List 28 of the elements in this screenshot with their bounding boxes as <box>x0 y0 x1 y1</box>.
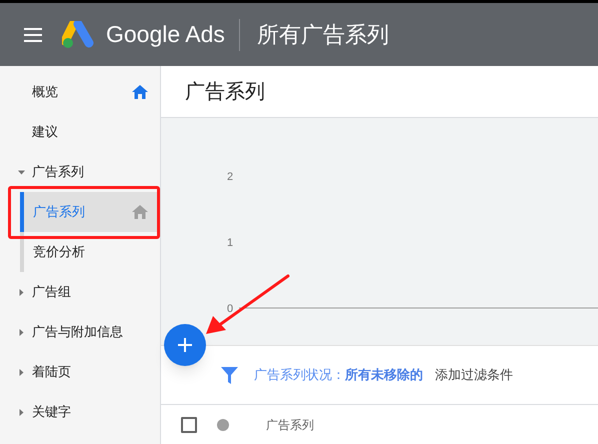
product-name: Google Ads <box>106 20 225 50</box>
menu-icon[interactable] <box>24 28 42 42</box>
axis-label: 1 <box>227 237 234 249</box>
caret-icon[interactable] <box>18 288 25 296</box>
sidebar-item[interactable]: 概览 <box>0 72 160 112</box>
caret-icon[interactable] <box>18 408 25 416</box>
page-heading: 所有广告系列 <box>256 21 389 49</box>
sidebar-group[interactable]: 着陆页 <box>0 352 160 392</box>
add-filter-link[interactable]: 添加过滤条件 <box>435 365 513 385</box>
sidebar-group[interactable]: 广告与附加信息 <box>0 312 160 352</box>
sidebar-group[interactable]: 广告系列 <box>0 152 160 192</box>
caret-icon[interactable] <box>18 368 25 376</box>
caret-icon[interactable] <box>18 328 25 336</box>
filter-chip[interactable]: 广告系列状况：所有未移除的 <box>254 365 423 385</box>
axis-label: 2 <box>227 171 234 183</box>
home-icon[interactable] <box>132 85 148 99</box>
plus-icon <box>178 338 192 352</box>
axis-label: 0 <box>227 303 234 315</box>
caret-icon[interactable] <box>18 168 25 176</box>
sidebar-group[interactable]: 广告组 <box>0 272 160 312</box>
column-header[interactable]: 广告系列 <box>266 416 314 434</box>
page-title: 广告系列 <box>185 80 265 104</box>
logo-icon[interactable] <box>62 20 94 48</box>
filter-icon[interactable] <box>221 366 238 384</box>
checkbox[interactable] <box>181 416 197 432</box>
sidebar-item[interactable]: 建议 <box>0 112 160 152</box>
sidebar-group[interactable]: 关键字 <box>0 392 160 432</box>
add-button[interactable] <box>164 324 206 366</box>
